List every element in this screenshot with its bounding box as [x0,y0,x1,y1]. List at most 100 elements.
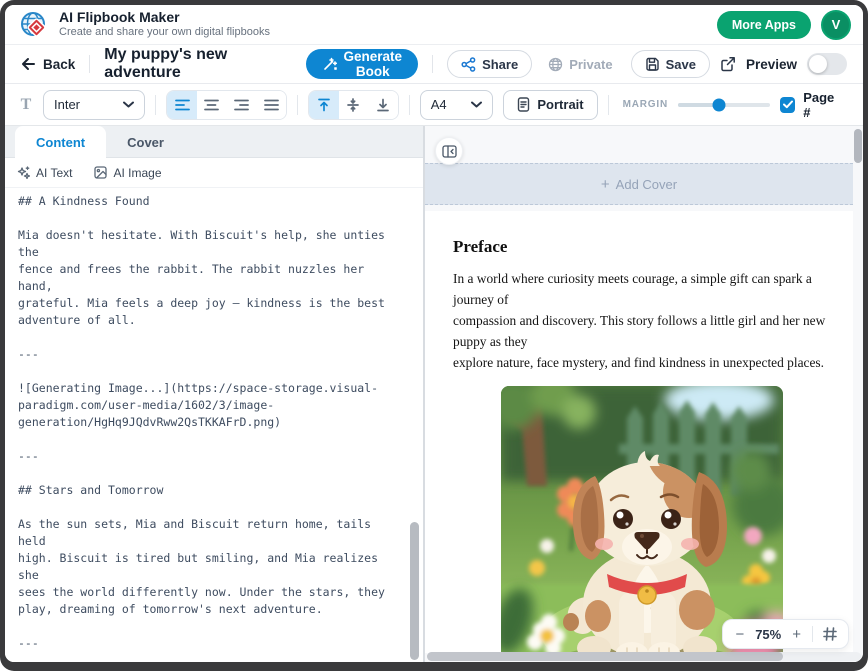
ai-text-button[interactable]: AI Text [17,166,72,180]
open-external-button[interactable] [716,52,740,76]
valign-top-icon [317,98,331,112]
app-subtitle: Create and share your own digital flipbo… [59,26,270,39]
valign-bottom-icon [376,98,390,112]
valign-middle-icon [346,98,360,112]
valign-bottom-button[interactable] [368,91,398,119]
add-cover-label: Add Cover [616,177,677,192]
external-link-icon [720,56,736,72]
margin-slider[interactable] [678,103,770,107]
orientation-button[interactable]: Portrait [503,90,597,120]
window-frame: AI Flipbook Maker Create and share your … [0,0,868,671]
zoom-level: 75% [755,627,781,642]
ai-image-label: AI Image [113,166,161,180]
font-select[interactable]: Inter [43,90,145,120]
back-label: Back [43,57,75,72]
ai-text-label: AI Text [36,166,72,180]
tab-content[interactable]: Content [15,126,106,158]
share-label: Share [482,57,518,72]
ai-tools-row: AI Text AI Image [5,158,423,188]
zoom-out-button[interactable]: − [734,627,745,642]
preview-toggle-group: Preview [746,53,847,75]
preview-label: Preview [746,57,797,72]
arrow-left-icon [21,57,36,71]
align-center-button[interactable] [197,91,227,119]
add-cover-button[interactable]: + Add Cover [425,163,853,205]
vertical-align-group [308,90,399,120]
book-page: Preface In a world where curiosity meets… [425,211,853,653]
divider [297,95,298,115]
private-label: Private [569,57,612,72]
tab-cover[interactable]: Cover [106,126,185,158]
document-portrait-icon [517,97,530,112]
save-icon [645,57,660,72]
app-logo-icon [19,10,49,40]
main-area: Content Cover AI Text AI Image [5,126,863,662]
align-justify-icon [264,99,279,111]
collapse-panel-button[interactable] [435,137,463,165]
page-size-select[interactable]: A4 [420,90,494,120]
divider [155,95,156,115]
editor-panel: Content Cover AI Text AI Image [5,126,425,662]
app-header: AI Flipbook Maker Create and share your … [5,5,863,45]
generate-book-label: Generate Book [344,49,403,79]
sparkles-icon [17,166,30,179]
zoom-in-button[interactable]: + [791,627,802,642]
share-button[interactable]: Share [447,50,532,78]
divider [608,95,609,115]
chevron-down-icon [471,101,482,108]
collapse-panel-icon [442,145,457,158]
divider [409,95,410,115]
align-right-icon [234,99,249,111]
user-avatar[interactable]: V [821,10,851,40]
generate-book-button[interactable]: Generate Book [306,49,419,79]
share-icon [461,57,476,72]
back-button[interactable]: Back [21,57,75,72]
toggle-knob [809,55,827,73]
align-justify-button[interactable] [256,91,286,119]
document-title[interactable]: My puppy's new adventure [104,46,241,82]
magic-wand-icon [322,57,337,72]
align-left-button[interactable] [167,91,197,119]
markdown-editor[interactable]: ## A Kindness Found Mia doesn't hesitate… [5,188,423,662]
margin-label: MARGIN [623,99,668,110]
fit-page-button[interactable] [823,627,837,641]
preview-panel: + Add Cover Preface In a world where cur… [425,126,863,662]
globe-icon [548,57,563,72]
private-button[interactable]: Private [540,50,620,78]
divider [432,55,433,73]
image-icon [94,166,107,179]
header-actions: More Apps V [717,10,851,40]
app-titles: AI Flipbook Maker Create and share your … [59,10,270,39]
preview-vertical-scrollbar[interactable] [854,129,862,163]
slider-knob[interactable] [713,98,726,111]
valign-middle-button[interactable] [339,91,369,119]
editor-tab-bar: Content Cover [5,126,423,158]
page-number-checkbox-group[interactable]: Page # [780,90,849,120]
align-right-button[interactable] [227,91,257,119]
valign-top-button[interactable] [309,91,339,119]
preview-horizontal-scrollbar[interactable] [427,652,861,661]
preface-heading: Preface [453,237,831,257]
page-number-label: Page # [803,90,843,120]
app-title: AI Flipbook Maker [59,10,270,25]
align-left-icon [175,99,190,111]
page-number-checkbox[interactable] [780,97,795,113]
format-toolbar: T Inter [5,84,863,126]
puppy-illustration [501,386,783,653]
zoom-controls: − 75% + [722,619,849,649]
ai-image-button[interactable]: AI Image [94,166,161,180]
page-size-value: A4 [431,97,447,112]
plus-icon: + [601,177,610,192]
more-apps-button[interactable]: More Apps [717,11,811,39]
save-button[interactable]: Save [631,50,710,78]
orientation-label: Portrait [537,97,583,112]
horizontal-scrollbar-thumb[interactable] [427,652,783,661]
horizontal-align-group [166,90,287,120]
preface-paragraph: In a world where curiosity meets courage… [453,268,831,373]
margin-control: MARGIN [623,99,770,110]
grid-fit-icon [823,627,837,641]
divider [89,55,90,73]
font-select-value: Inter [54,97,80,112]
editor-scrollbar[interactable] [410,522,419,660]
preview-toggle[interactable] [807,53,847,75]
